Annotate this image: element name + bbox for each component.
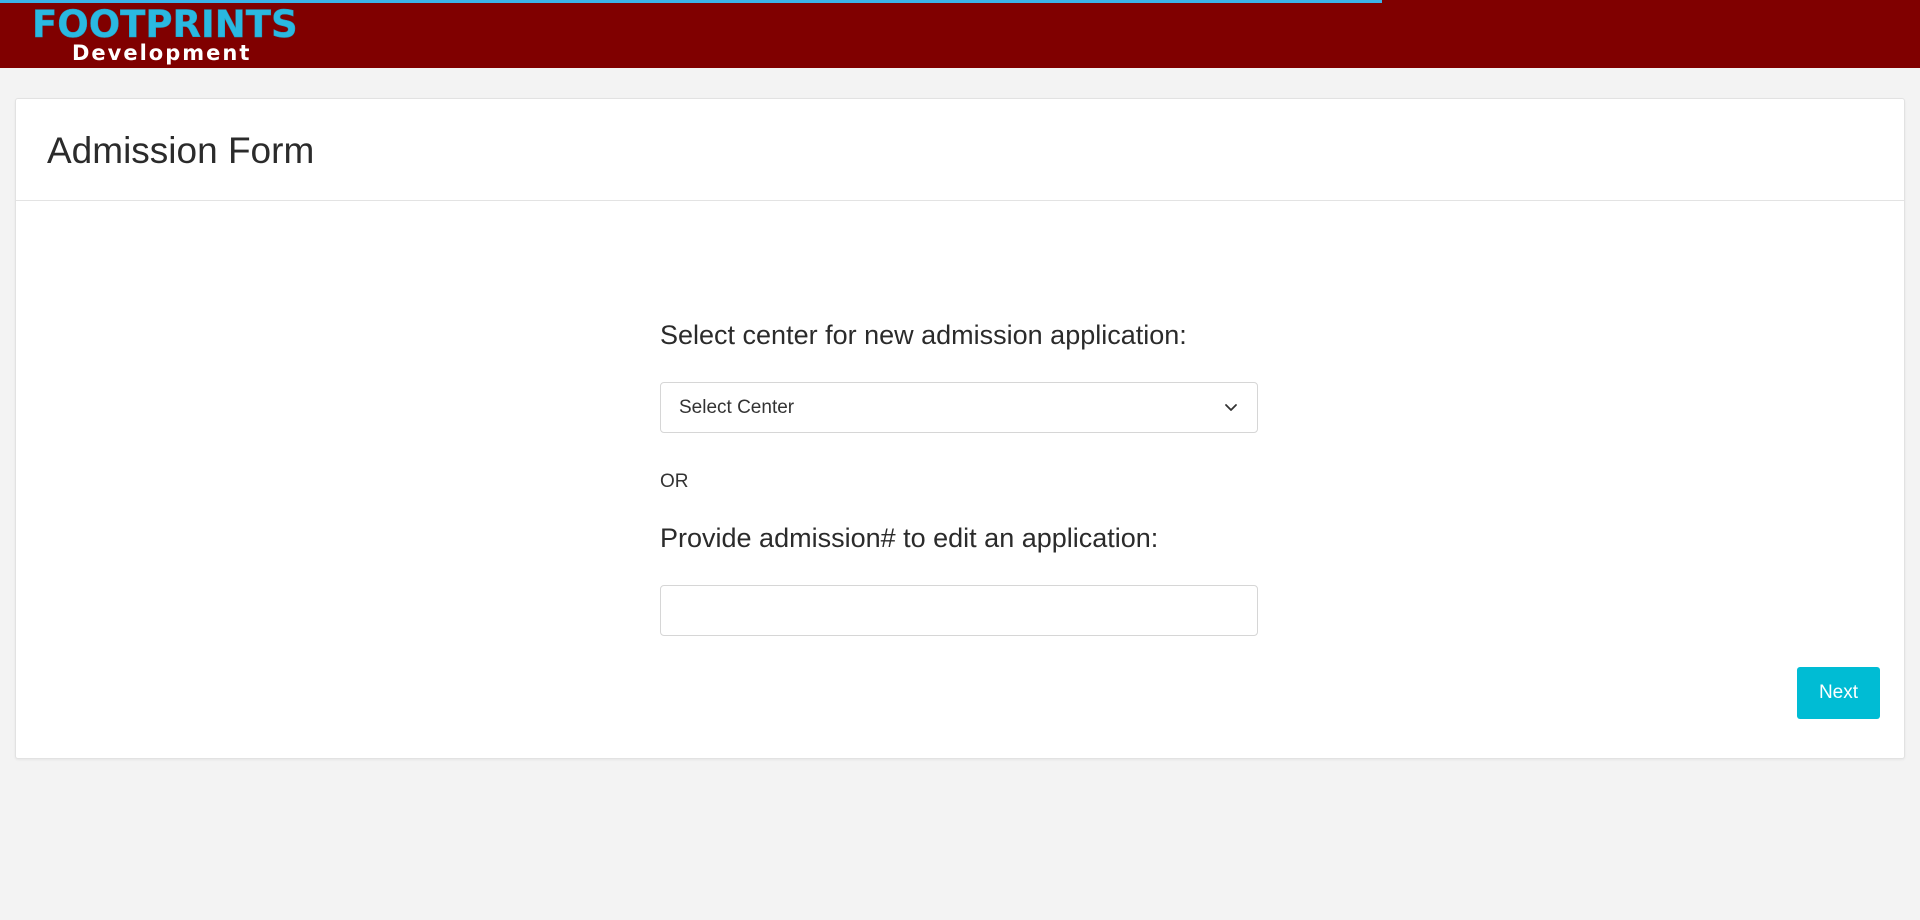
- card-header: Admission Form: [16, 99, 1904, 201]
- top-navbar: FOOTPRINTS Development: [0, 0, 1920, 68]
- center-select-value: Select Center: [679, 397, 795, 418]
- or-separator: OR: [660, 471, 689, 492]
- admission-number-input[interactable]: [660, 585, 1258, 636]
- admission-form-card: Admission Form Select center for new adm…: [15, 98, 1905, 759]
- chevron-down-icon: [1223, 399, 1239, 415]
- page-title: Admission Form: [47, 130, 315, 171]
- logo-sub-text: Development: [72, 41, 252, 65]
- logo-main-text: FOOTPRINTS: [32, 3, 298, 46]
- center-select-label: Select center for new admission applicat…: [660, 320, 1187, 350]
- next-button[interactable]: Next: [1797, 667, 1880, 719]
- admission-number-label: Provide admission# to edit an applicatio…: [660, 523, 1159, 553]
- center-select[interactable]: Select Center: [660, 382, 1258, 433]
- footprints-logo[interactable]: FOOTPRINTS Development: [32, 6, 302, 66]
